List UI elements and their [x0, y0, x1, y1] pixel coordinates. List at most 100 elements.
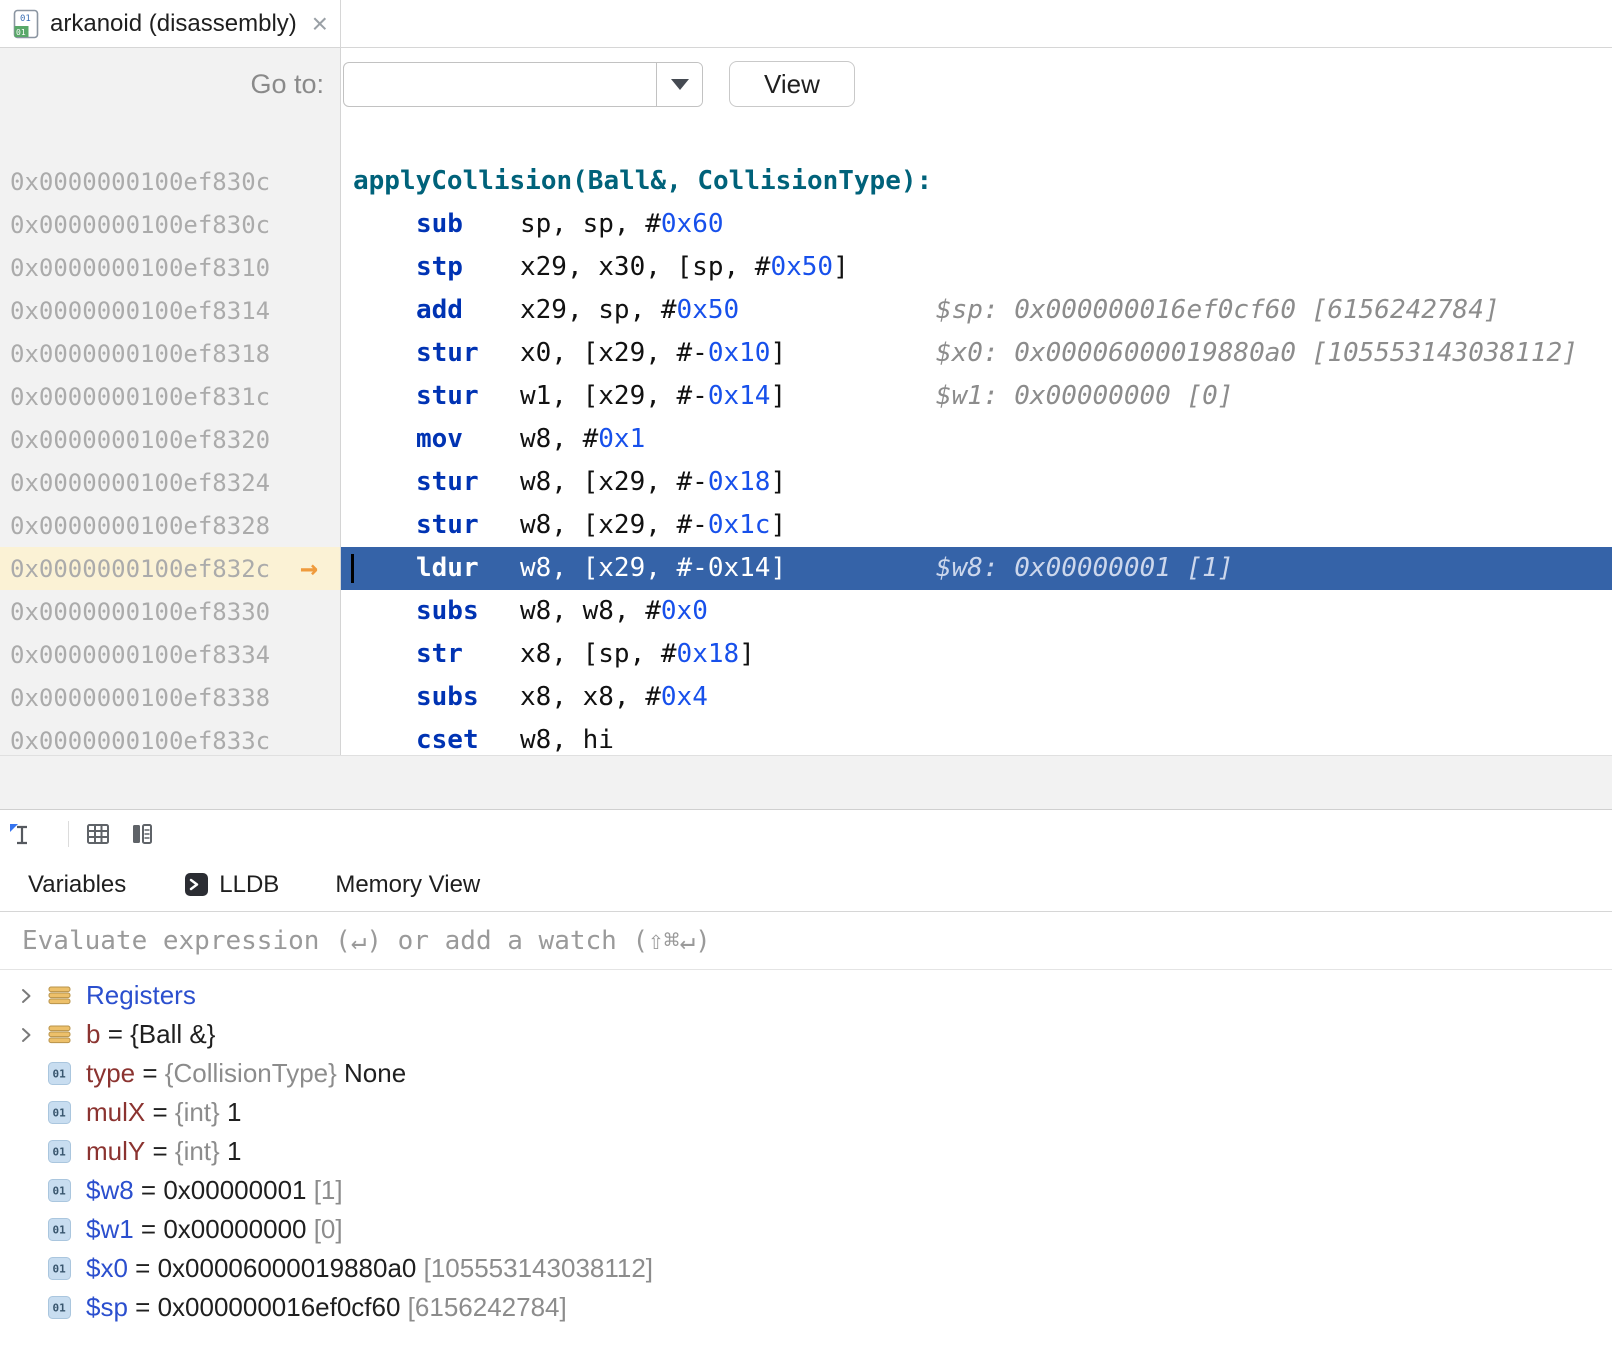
operand-text: x8, x8, # [520, 682, 661, 712]
address-gutter: 0x0000000100ef830c0x0000000100ef830c0x00… [0, 120, 341, 755]
variable-value: 0x00000001 [163, 1175, 306, 1206]
literal: 0x18 [708, 467, 771, 497]
instruction-address: 0x0000000100ef8328 [10, 512, 270, 540]
address-gutter-row[interactable]: 0x0000000100ef8328 [0, 504, 340, 547]
expand-toggle[interactable] [8, 1026, 44, 1044]
address-gutter-row[interactable]: 0x0000000100ef8334 [0, 633, 340, 676]
variable-row[interactable]: 01mulY = {int} 1 [0, 1132, 1612, 1171]
mnemonic: subs [416, 676, 520, 719]
mnemonic: stur [416, 332, 520, 375]
asm-instruction-line[interactable]: strx8, [sp, #0x18] [341, 633, 1612, 676]
table-view-icon[interactable] [85, 821, 111, 847]
instruction-address: 0x0000000100ef830c [10, 168, 270, 196]
tab-lldb[interactable]: LLDB [184, 871, 279, 899]
variable-row[interactable]: 01$sp = 0x000000016ef0cf60 [6156242784] [0, 1288, 1612, 1327]
instruction-address: 0x0000000100ef8334 [10, 641, 270, 669]
variable-row[interactable]: 01$x0 = 0x00006000019880a0 [105553143038… [0, 1249, 1612, 1288]
goto-combobox[interactable] [343, 62, 703, 107]
variable-name: b [86, 1019, 100, 1050]
function-label-line[interactable]: applyCollision(Ball&, CollisionType): [341, 160, 1612, 203]
literal: 0x18 [677, 639, 740, 669]
operand-text: ] [770, 553, 786, 583]
address-gutter-row[interactable]: 0x0000000100ef8314 [0, 289, 340, 332]
svg-text:01: 01 [52, 1302, 66, 1315]
toolbar-separator [68, 821, 69, 847]
variable-row[interactable]: b = {Ball &} [0, 1015, 1612, 1054]
asm-instruction-line[interactable]: addx29, sp, #0x50$sp: 0x000000016ef0cf60… [341, 289, 1612, 332]
operands: x29, x30, [sp, #0x50] [520, 252, 849, 282]
register-value-comment: $w1: 0x00000000 [0] [936, 375, 1233, 418]
tab-memory-view[interactable]: Memory View [335, 871, 480, 899]
operand-text: ] [770, 467, 786, 497]
instruction-address: 0x0000000100ef8320 [10, 426, 270, 454]
instruction-address: 0x0000000100ef8318 [10, 340, 270, 368]
asm-instruction-line[interactable]: subsp, sp, #0x60 [341, 203, 1612, 246]
variable-row[interactable]: 01type = {CollisionType} None [0, 1054, 1612, 1093]
mnemonic: str [416, 633, 520, 676]
asm-instruction-line[interactable]: subsw8, w8, #0x0 [341, 590, 1612, 633]
columns-view-icon[interactable] [129, 821, 155, 847]
variable-row[interactable]: Registers [0, 976, 1612, 1015]
primitive-value-icon: 01 [48, 1140, 71, 1163]
operands: w8, [x29, #-0x1c] [520, 510, 786, 540]
asm-instruction-line[interactable]: subsx8, x8, #0x4 [341, 676, 1612, 719]
goto-input[interactable] [344, 63, 656, 106]
show-inline-values-icon[interactable] [8, 821, 34, 847]
view-button[interactable]: View [729, 61, 855, 107]
dropdown-arrow-button[interactable] [656, 63, 702, 106]
register-value-comment: $sp: 0x000000016ef0cf60 [6156242784] [936, 289, 1500, 332]
operand-text: w8, hi [520, 725, 614, 755]
operands: w8, #0x1 [520, 424, 645, 454]
address-gutter-row[interactable]: 0x0000000100ef831c [0, 375, 340, 418]
svg-text:01: 01 [52, 1146, 66, 1159]
address-gutter-row[interactable]: 0x0000000100ef832c → [0, 547, 340, 590]
tab-arkanoid-disassembly[interactable]: 01 01 arkanoid (disassembly) × [0, 0, 341, 47]
variable-value: 0x00006000019880a0 [158, 1253, 417, 1284]
registers-group-icon [48, 986, 71, 1005]
asm-instruction-line[interactable]: ldurw8, [x29, #-0x14]$w8: 0x00000001 [1] [341, 547, 1612, 590]
equals-sign: = [128, 1292, 158, 1323]
primitive-value-icon: 01 [48, 1101, 71, 1124]
asm-instruction-line[interactable]: csetw8, hi [341, 719, 1612, 762]
equals-sign: = [134, 1175, 164, 1206]
operand-text: w8, w8, # [520, 596, 661, 626]
address-gutter-row[interactable]: 0x0000000100ef8324 [0, 461, 340, 504]
variable-icon-box [44, 1025, 74, 1044]
svg-text:01: 01 [52, 1068, 66, 1081]
asm-instruction-line[interactable]: stpx29, x30, [sp, #0x50] [341, 246, 1612, 289]
execution-pointer-icon: → [300, 551, 318, 586]
literal: 0x60 [661, 209, 724, 239]
address-gutter-row[interactable]: 0x0000000100ef8338 [0, 676, 340, 719]
close-icon[interactable]: × [312, 10, 328, 38]
mnemonic: add [416, 289, 520, 332]
tab-variables[interactable]: Variables [28, 871, 126, 899]
asm-instruction-line[interactable]: sturx0, [x29, #-0x10]$x0: 0x000060000198… [341, 332, 1612, 375]
variable-icon-box: 01 [44, 1140, 74, 1163]
mnemonic: subs [416, 590, 520, 633]
instruction-address: 0x0000000100ef832c [10, 555, 270, 583]
address-gutter-row[interactable]: 0x0000000100ef830c [0, 203, 340, 246]
evaluate-expression-input[interactable]: Evaluate expression (↵) or add a watch (… [0, 912, 1612, 970]
operand-text: w8, [x29, #- [520, 467, 708, 497]
asm-instruction-line[interactable]: sturw8, [x29, #-0x18] [341, 461, 1612, 504]
expand-toggle[interactable] [8, 987, 44, 1005]
variable-row[interactable]: 01mulX = {int} 1 [0, 1093, 1612, 1132]
panel-splitter[interactable] [0, 755, 1612, 810]
disassembly-editor[interactable]: applyCollision(Ball&, CollisionType):sub… [341, 120, 1612, 755]
address-gutter-row[interactable]: 0x0000000100ef8318 [0, 332, 340, 375]
variable-row[interactable]: 01$w1 = 0x00000000 [0] [0, 1210, 1612, 1249]
mnemonic: sub [416, 203, 520, 246]
primitive-value-icon: 01 [48, 1296, 71, 1319]
address-gutter-row[interactable]: 0x0000000100ef8330 [0, 590, 340, 633]
asm-instruction-line[interactable]: movw8, #0x1 [341, 418, 1612, 461]
address-gutter-row[interactable]: 0x0000000100ef8320 [0, 418, 340, 461]
address-gutter-row[interactable]: 0x0000000100ef833c [0, 719, 340, 762]
equals-sign: = [145, 1097, 175, 1128]
variable-row[interactable]: 01$w8 = 0x00000001 [1] [0, 1171, 1612, 1210]
operand-text: w8, [x29, #- [520, 553, 708, 583]
address-gutter-row[interactable]: 0x0000000100ef8310 [0, 246, 340, 289]
asm-instruction-line[interactable]: sturw1, [x29, #-0x14]$w1: 0x00000000 [0] [341, 375, 1612, 418]
literal: 0x50 [677, 295, 740, 325]
address-gutter-row[interactable]: 0x0000000100ef830c [0, 160, 340, 203]
asm-instruction-line[interactable]: sturw8, [x29, #-0x1c] [341, 504, 1612, 547]
